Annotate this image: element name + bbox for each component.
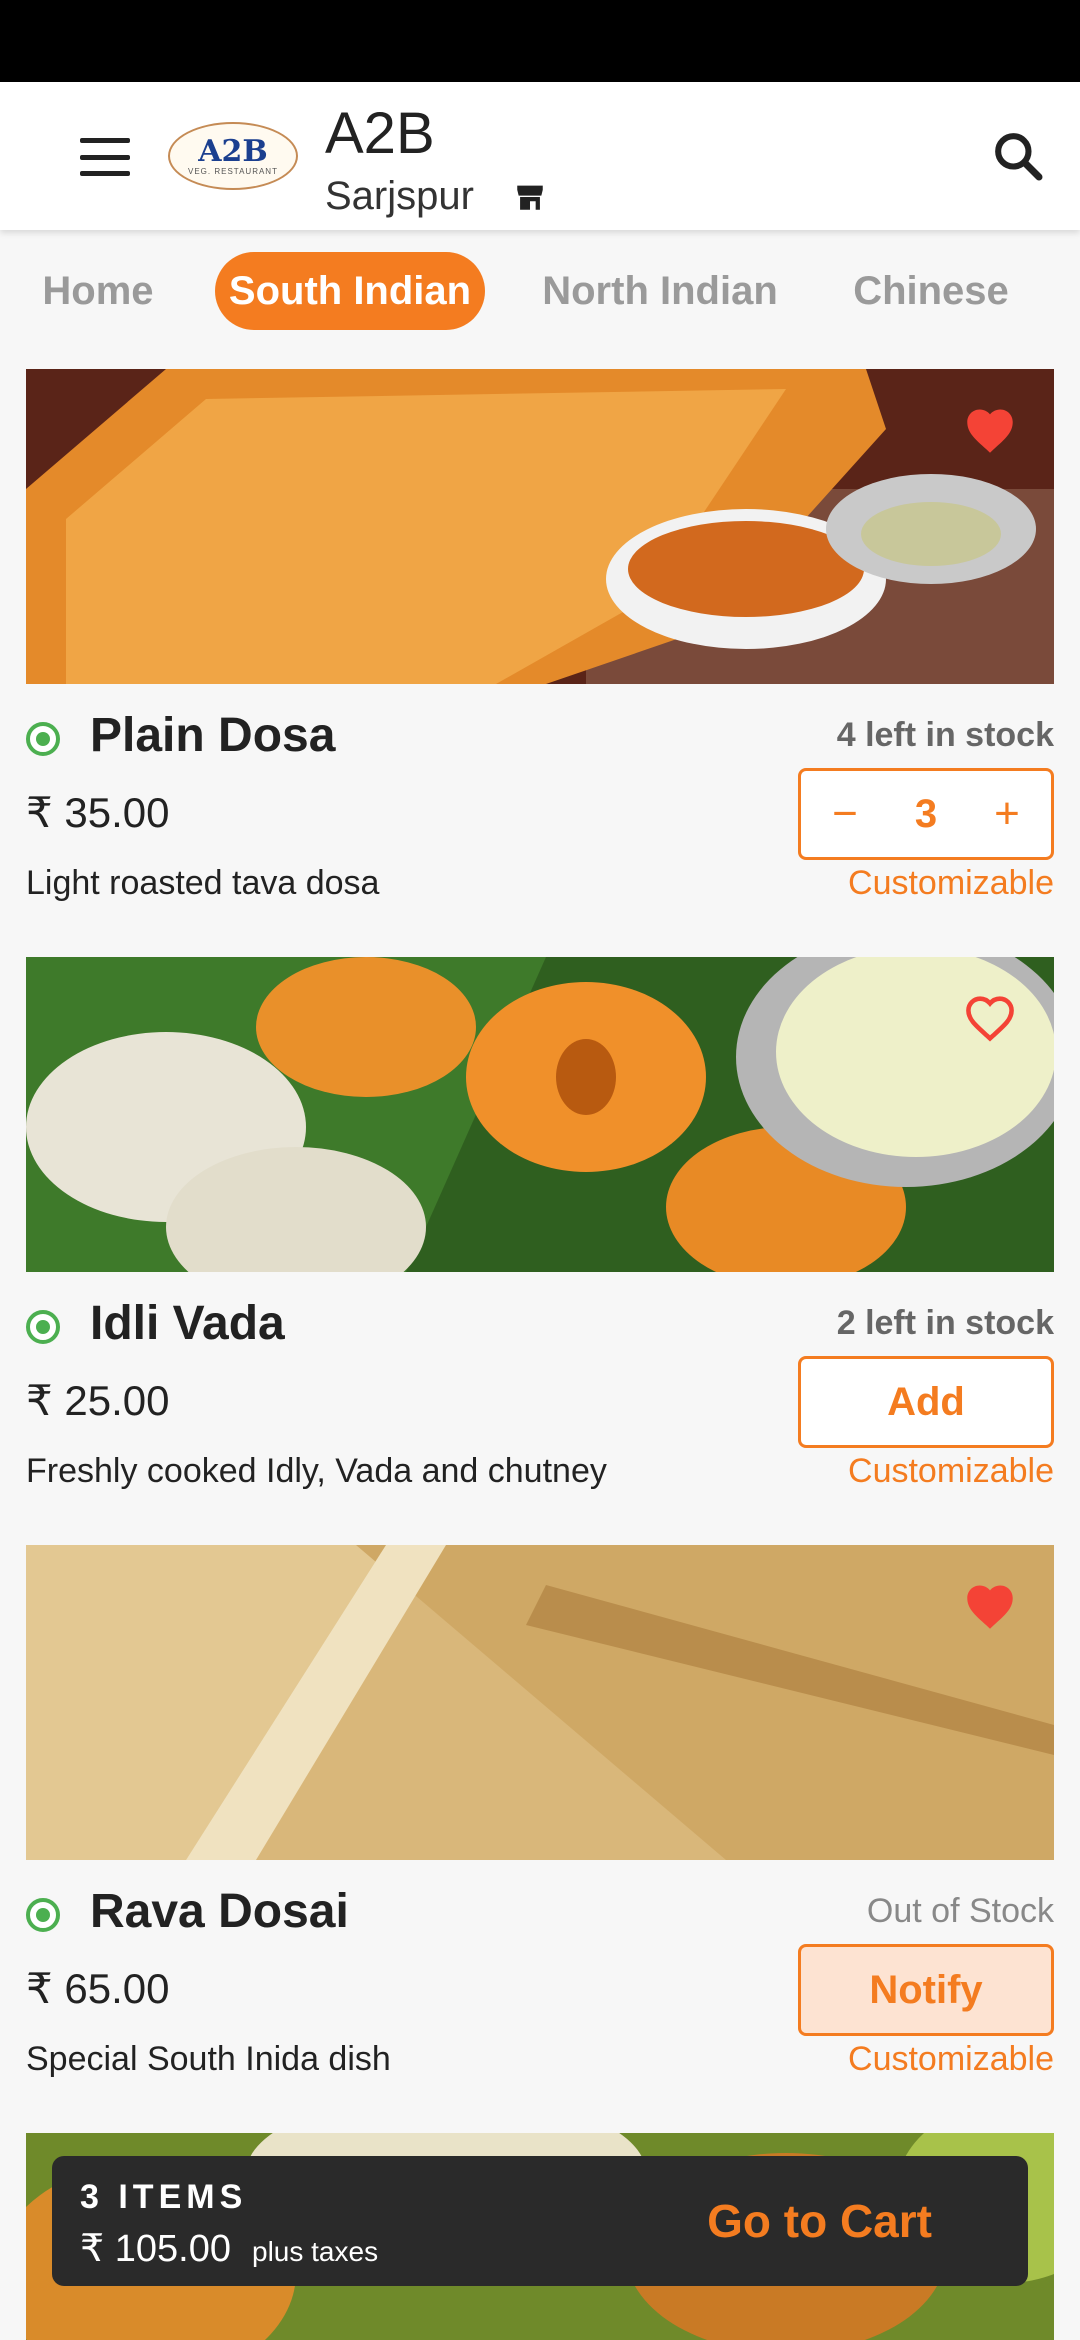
go-to-cart-button[interactable]: Go to Cart bbox=[707, 2194, 932, 2248]
veg-indicator-icon bbox=[26, 722, 60, 756]
menu-item-card: Rava Dosai ₹ 65.00 Special South Inida d… bbox=[26, 1545, 1054, 2085]
cart-taxes-note: plus taxes bbox=[252, 2236, 379, 2267]
favorite-heart-outline-icon[interactable] bbox=[962, 993, 1018, 1043]
menu-item-card: Idli Vada ₹ 25.00 Freshly cooked Idly, V… bbox=[26, 957, 1054, 1497]
item-price: ₹ 25.00 bbox=[26, 1377, 170, 1424]
item-description: Special South Inida dish bbox=[26, 2040, 391, 2078]
menu-item-card: Plain Dosa ₹ 35.00 Light roasted tava do… bbox=[26, 369, 1054, 909]
store-icon bbox=[517, 185, 543, 210]
logo-subtext: VEG. RESTAURANT bbox=[188, 166, 278, 176]
restaurant-title: A2B bbox=[325, 101, 435, 166]
customizable-link[interactable]: Customizable bbox=[848, 864, 1054, 903]
item-name: Rava Dosai bbox=[90, 1885, 349, 1938]
customizable-link[interactable]: Customizable bbox=[848, 2040, 1054, 2079]
menu-icon-line bbox=[80, 138, 130, 143]
item-price: ₹ 65.00 bbox=[26, 1965, 170, 2012]
stock-status: Out of Stock bbox=[866, 1892, 1054, 1930]
idli-vada-photo bbox=[26, 957, 1054, 1272]
stock-status: 4 left in stock bbox=[836, 716, 1054, 754]
food-photo bbox=[26, 369, 1054, 684]
logo-mark: A2B bbox=[198, 133, 268, 169]
customizable-link[interactable]: Customizable bbox=[848, 1452, 1054, 1491]
rava-dosai-photo bbox=[26, 1545, 1054, 1860]
decrement-button[interactable]: − bbox=[825, 789, 865, 839]
increment-button[interactable]: + bbox=[987, 789, 1027, 839]
plain-dosa-photo bbox=[26, 369, 1054, 684]
search-icon[interactable] bbox=[990, 128, 1046, 184]
cart-total: ₹ 105.00 bbox=[80, 2228, 231, 2270]
cart-summary-bar: 3 ITEMS ₹ 105.00 plus taxes Go to Cart bbox=[52, 2156, 1028, 2286]
notify-button[interactable]: Notify bbox=[798, 1944, 1054, 2036]
favorite-heart-icon[interactable] bbox=[962, 1581, 1018, 1631]
item-price: ₹ 35.00 bbox=[26, 789, 170, 836]
tab-home[interactable]: Home bbox=[30, 252, 166, 330]
favorite-heart-icon[interactable] bbox=[962, 405, 1018, 455]
app-bar: A2B VEG. RESTAURANT A2B Sarjspur bbox=[0, 82, 1080, 230]
item-description: Light roasted tava dosa bbox=[26, 864, 380, 902]
cart-item-count: 3 ITEMS bbox=[80, 2178, 248, 2216]
menu-icon-line bbox=[80, 171, 130, 176]
menu-button[interactable] bbox=[72, 132, 138, 182]
quantity-stepper: − 3 + bbox=[798, 768, 1054, 860]
category-tabs: Home South Indian North Indian Chinese bbox=[0, 230, 1080, 354]
item-name: Plain Dosa bbox=[90, 709, 336, 762]
tab-north-indian[interactable]: North Indian bbox=[540, 252, 780, 330]
stock-status: 2 left in stock bbox=[836, 1304, 1054, 1342]
food-photo bbox=[26, 957, 1054, 1272]
tab-south-indian[interactable]: South Indian bbox=[215, 252, 485, 330]
status-bar bbox=[0, 0, 1080, 82]
food-photo bbox=[26, 1545, 1054, 1860]
item-name: Idli Vada bbox=[90, 1297, 285, 1350]
quantity-value: 3 bbox=[914, 791, 938, 836]
veg-indicator-icon bbox=[26, 1310, 60, 1344]
restaurant-location: Sarjspur bbox=[325, 174, 474, 218]
menu-icon-line bbox=[80, 154, 130, 160]
add-button[interactable]: Add bbox=[798, 1356, 1054, 1448]
tab-chinese[interactable]: Chinese bbox=[850, 252, 1012, 330]
item-description: Freshly cooked Idly, Vada and chutney bbox=[26, 1452, 607, 1490]
restaurant-logo: A2B VEG. RESTAURANT bbox=[168, 122, 298, 190]
veg-indicator-icon bbox=[26, 1898, 60, 1932]
